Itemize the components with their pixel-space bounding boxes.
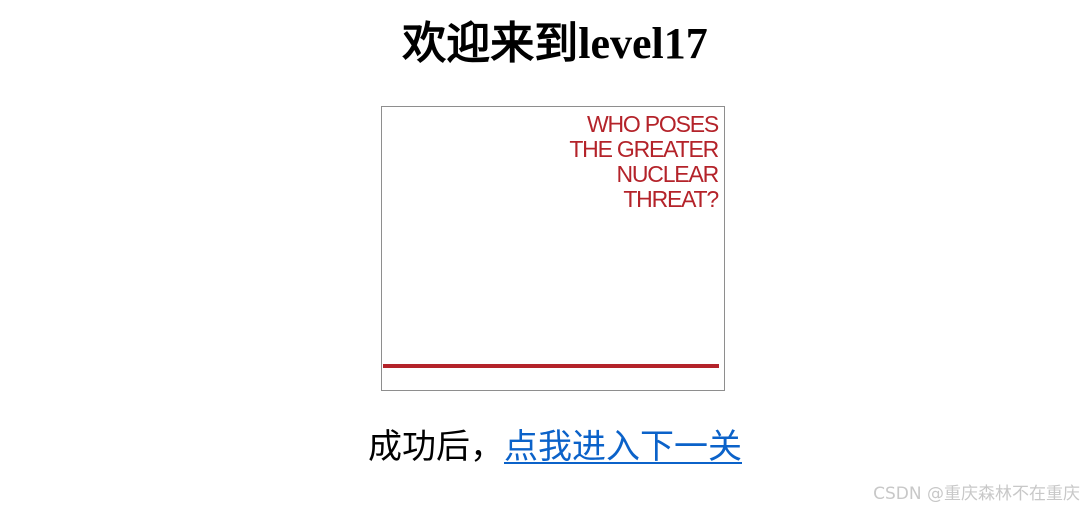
next-level-line: 成功后，点我进入下一关 <box>0 422 1084 472</box>
headline-line-4: THREAT? <box>623 186 719 212</box>
headline-line-3: NUCLEAR <box>616 161 719 187</box>
flash-embed[interactable]: WHO POSES THE GREATER NUCLEAR THREAT? <box>381 106 725 391</box>
page-title: 欢迎来到level17 <box>0 14 1084 74</box>
next-level-link[interactable]: 点我进入下一关 <box>504 427 742 467</box>
title-level: level17 <box>578 19 708 68</box>
headline-line-2: THE GREATER <box>569 136 719 162</box>
title-prefix: 欢迎来到 <box>402 18 579 69</box>
csdn-watermark: CSDN @重庆森林不在重庆 <box>873 484 1080 504</box>
embed-red-rule <box>383 364 719 368</box>
embed-headline: WHO POSES THE GREATER NUCLEAR THREAT? <box>569 111 719 212</box>
headline-line-1: WHO POSES <box>586 111 719 137</box>
success-prefix: 成功后， <box>368 427 504 467</box>
